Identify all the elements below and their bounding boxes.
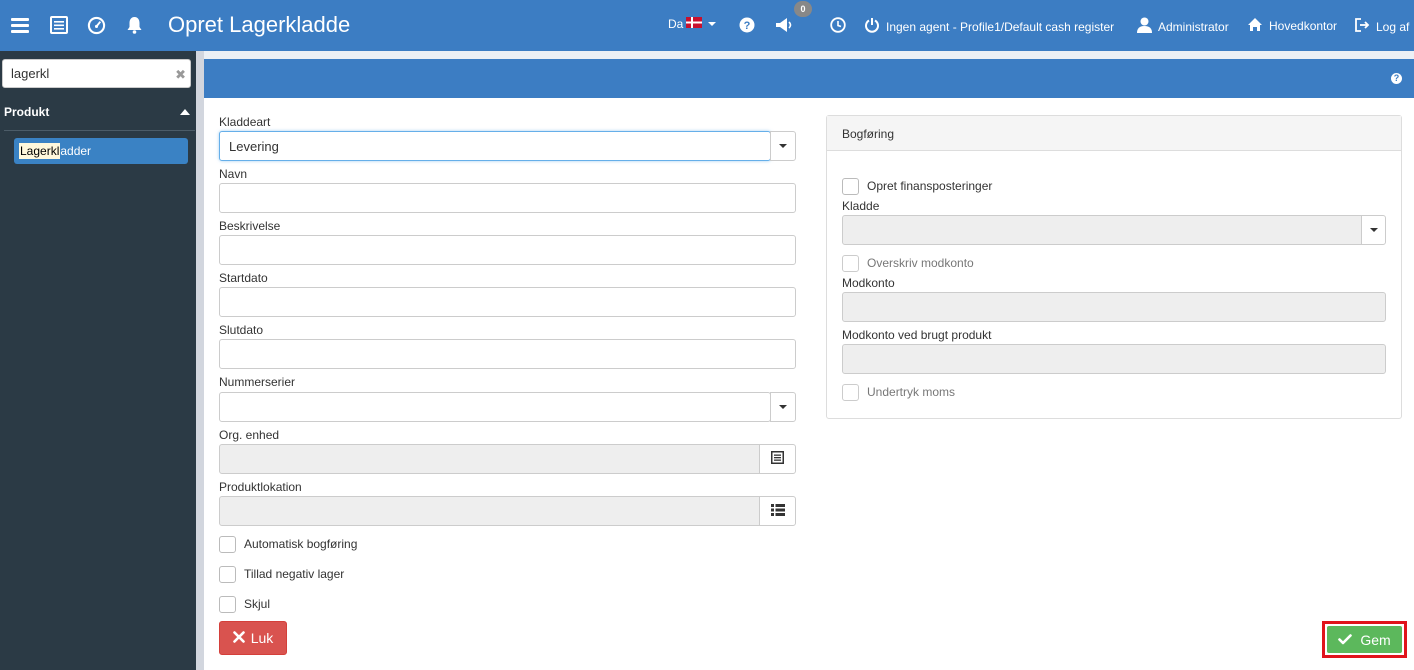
kladde-label: Kladde bbox=[842, 199, 880, 213]
navn-input[interactable] bbox=[219, 183, 796, 213]
language-selector[interactable]: Da bbox=[668, 17, 717, 31]
danish-flag-icon bbox=[686, 17, 703, 31]
sidebar-section-divider bbox=[4, 130, 195, 131]
kladdeart-select[interactable]: Levering bbox=[219, 131, 771, 161]
close-button-label: Luk bbox=[250, 630, 274, 646]
svg-text:?: ? bbox=[744, 20, 751, 32]
orgenhed-label: Org. enhed bbox=[219, 428, 280, 442]
chevron-down-icon bbox=[708, 22, 717, 26]
home-icon bbox=[1247, 17, 1263, 35]
opret-finansposteringer-checkbox[interactable] bbox=[842, 178, 859, 195]
kladdeart-dropdown-button[interactable] bbox=[770, 131, 796, 161]
save-button[interactable]: Gem bbox=[1327, 626, 1402, 653]
hamburger-menu-icon[interactable] bbox=[9, 14, 31, 36]
logout-icon bbox=[1354, 17, 1370, 36]
kladdeart-label: Kladdeart bbox=[219, 115, 271, 129]
undertryk-moms-checkbox[interactable] bbox=[842, 384, 859, 401]
produktlokation-input bbox=[219, 496, 760, 526]
modkonto-label: Modkonto bbox=[842, 276, 895, 290]
kladde-select bbox=[842, 215, 1362, 245]
branch-label: Hovedkontor bbox=[1269, 19, 1338, 33]
startdato-label: Startdato bbox=[219, 271, 268, 285]
collapse-caret-icon[interactable] bbox=[180, 109, 190, 115]
list-bullets-icon bbox=[770, 503, 785, 519]
navn-label: Navn bbox=[219, 167, 248, 181]
search-match-highlight: Lagerkl bbox=[19, 143, 61, 159]
negativ-lager-checkbox[interactable] bbox=[219, 566, 236, 583]
beskrivelse-label: Beskrivelse bbox=[219, 219, 281, 233]
nummerserier-dropdown-button[interactable] bbox=[770, 392, 796, 422]
auto-bogforing-checkbox[interactable] bbox=[219, 536, 236, 553]
agent-status[interactable]: Ingen agent - Profile1/Default cash regi… bbox=[864, 17, 1114, 36]
orgenhed-input bbox=[219, 444, 760, 474]
page-title: Opret Lagerkladde bbox=[168, 12, 351, 37]
bogforing-panel-header: Bogføring bbox=[827, 116, 1401, 151]
negativ-lager-label: Tillad negativ lager bbox=[244, 567, 345, 581]
beskrivelse-input[interactable] bbox=[219, 235, 796, 265]
skjul-checkbox[interactable] bbox=[219, 596, 236, 613]
overskriv-modkonto-label: Overskriv modkonto bbox=[867, 256, 974, 270]
logout-label: Log af bbox=[1376, 19, 1410, 34]
slutdato-label: Slutdato bbox=[219, 323, 264, 337]
clear-search-icon[interactable]: ✖ bbox=[175, 67, 186, 83]
sidebar-search: ✖ bbox=[2, 59, 191, 88]
megaphone-icon[interactable] bbox=[774, 14, 796, 36]
kladde-dropdown-button[interactable] bbox=[1361, 215, 1386, 245]
user-menu[interactable]: Administrator bbox=[1137, 17, 1229, 36]
modkonto-input bbox=[842, 292, 1386, 322]
startdato-input[interactable] bbox=[219, 287, 796, 317]
clock-icon[interactable] bbox=[827, 14, 849, 36]
skjul-label: Skjul bbox=[244, 597, 271, 611]
chevron-down-icon bbox=[1369, 228, 1378, 232]
chevron-down-icon bbox=[779, 144, 787, 148]
chevron-down-icon bbox=[779, 405, 787, 409]
user-icon bbox=[1137, 17, 1152, 36]
content-header: ? bbox=[204, 59, 1414, 98]
modkonto-brugt-input bbox=[842, 344, 1386, 374]
logout-link[interactable]: Log af bbox=[1354, 17, 1409, 36]
modkonto-brugt-label: Modkonto ved brugt produkt bbox=[842, 328, 992, 342]
save-button-highlight: Gem bbox=[1322, 621, 1407, 658]
bogforing-panel-title: Bogføring bbox=[842, 127, 895, 141]
save-button-label: Gem bbox=[1360, 631, 1391, 648]
orgenhed-picker-button[interactable] bbox=[759, 444, 796, 474]
sidebar-search-input[interactable] bbox=[3, 60, 163, 86]
nummerserier-select[interactable] bbox=[219, 392, 771, 422]
branch-link[interactable]: Hovedkontor bbox=[1247, 17, 1337, 35]
overskriv-modkonto-checkbox[interactable] bbox=[842, 255, 859, 272]
produktlokation-picker-button[interactable] bbox=[759, 496, 796, 526]
list-view-icon[interactable] bbox=[48, 14, 70, 36]
sidebar-item-lagerkladder[interactable]: Lagerkladder bbox=[14, 138, 188, 164]
bell-icon[interactable] bbox=[123, 14, 145, 36]
agent-status-label: Ingen agent - Profile1/Default cash regi… bbox=[886, 19, 1115, 34]
notification-badge: 0 bbox=[794, 1, 812, 17]
user-label: Administrator bbox=[1158, 19, 1229, 34]
power-icon bbox=[864, 17, 880, 36]
close-button[interactable]: Luk bbox=[219, 621, 287, 655]
kladdeart-value: Levering bbox=[229, 139, 279, 154]
sidebar-divider bbox=[196, 51, 204, 670]
language-label: Da bbox=[668, 17, 684, 31]
opret-finansposteringer-label: Opret finansposteringer bbox=[867, 179, 993, 193]
auto-bogforing-label: Automatisk bogføring bbox=[244, 537, 358, 551]
top-navbar: Opret Lagerkladde Da ? 0 Ingen agent - P… bbox=[0, 0, 1414, 51]
help-icon[interactable]: ? bbox=[736, 14, 758, 36]
slutdato-input[interactable] bbox=[219, 339, 796, 369]
sidebar-section-title[interactable]: Produkt bbox=[4, 105, 49, 119]
list-view-icon bbox=[771, 451, 784, 467]
close-icon bbox=[232, 630, 245, 646]
check-icon bbox=[1338, 632, 1353, 648]
nummerserier-label: Nummerserier bbox=[219, 375, 296, 389]
produktlokation-label: Produktlokation bbox=[219, 480, 302, 494]
dashboard-gauge-icon[interactable] bbox=[85, 14, 107, 36]
undertryk-moms-label: Undertryk moms bbox=[867, 385, 956, 399]
help-icon[interactable]: ? bbox=[1391, 73, 1402, 84]
sidebar-item-label: adder bbox=[60, 144, 92, 158]
